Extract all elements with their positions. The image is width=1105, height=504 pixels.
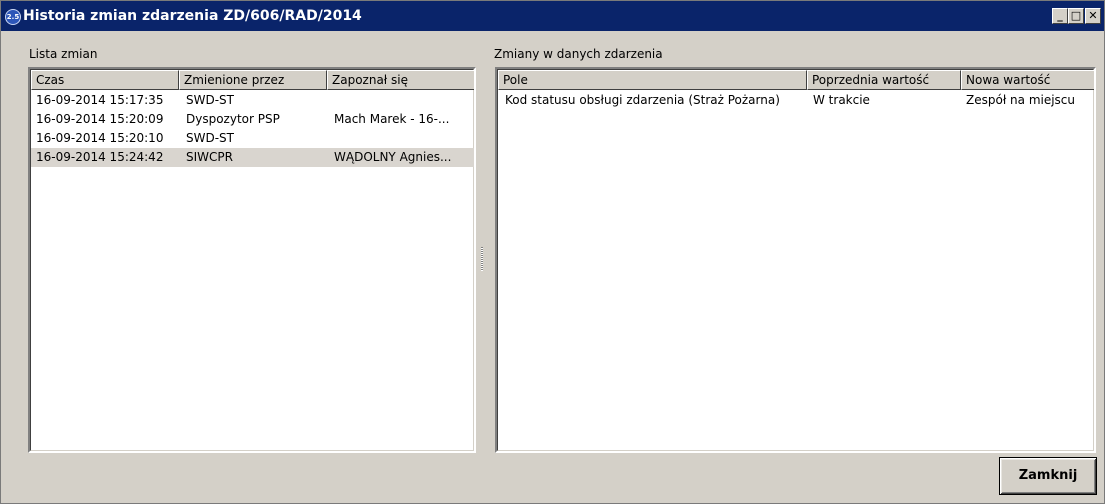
cell-zmienione-przez: SWD-ST bbox=[186, 131, 234, 145]
cell-czas: 16-09-2014 15:24:42 bbox=[36, 150, 164, 164]
close-button[interactable]: Zamknij bbox=[999, 457, 1097, 495]
cell-zapoznal-sie: Mach Marek - 16-... bbox=[334, 112, 450, 126]
title-bar[interactable]: 2.5 Historia zmian zdarzenia ZD/606/RAD/… bbox=[1, 1, 1104, 31]
cell-czas: 16-09-2014 15:20:10 bbox=[36, 131, 164, 145]
event-data-changes-grid[interactable]: Pole Poprzednia wartość Nowa wartość Kod… bbox=[495, 67, 1096, 453]
cell-pole: Kod statusu obsługi zdarzenia (Straż Poż… bbox=[505, 93, 780, 107]
cell-zmienione-przez: Dyspozytor PSP bbox=[186, 112, 280, 126]
changes-list-grid[interactable]: Czas Zmienione przez Zapoznał się 16-09-… bbox=[28, 67, 476, 453]
cell-zapoznal-sie bbox=[334, 129, 472, 148]
changes-list-inner: Czas Zmienione przez Zapoznał się 16-09-… bbox=[30, 69, 474, 451]
minimize-button[interactable]: _ bbox=[1052, 8, 1068, 24]
maximize-button[interactable]: □ bbox=[1068, 8, 1084, 24]
cell-nowa-wartosc: Zespół na miejscu bbox=[966, 93, 1076, 107]
cell-zapoznal-sie bbox=[334, 91, 472, 110]
cell-zapoznal-sie: WĄDOLNY Agnies... bbox=[334, 150, 452, 164]
cell-zmienione-przez: SWD-ST bbox=[186, 93, 234, 107]
column-header-zmienione-przez[interactable]: Zmienione przez bbox=[179, 70, 327, 90]
table-row[interactable]: 16-09-2014 15:17:35 SWD-ST bbox=[31, 91, 474, 110]
cell-czas: 16-09-2014 15:17:35 bbox=[36, 93, 164, 107]
column-header-zapoznal-sie[interactable]: Zapoznał się bbox=[327, 70, 474, 90]
splitter-grip bbox=[481, 247, 483, 271]
table-row[interactable]: Kod statusu obsługi zdarzenia (Straż Poż… bbox=[498, 91, 1094, 110]
app-icon: 2.5 bbox=[5, 9, 21, 25]
column-header-poprzednia-wartosc[interactable]: Poprzednia wartość bbox=[807, 70, 961, 90]
cell-zmienione-przez: SIWCPR bbox=[186, 150, 233, 164]
close-window-button[interactable]: ✕ bbox=[1085, 8, 1101, 24]
table-row-selected[interactable]: 16-09-2014 15:24:42 SIWCPR WĄDOLNY Agnie… bbox=[31, 148, 474, 167]
event-data-changes-inner: Pole Poprzednia wartość Nowa wartość Kod… bbox=[497, 69, 1094, 451]
column-header-czas[interactable]: Czas bbox=[31, 70, 179, 90]
column-header-pole[interactable]: Pole bbox=[498, 70, 807, 90]
event-data-changes-label: Zmiany w danych zdarzenia bbox=[494, 47, 663, 61]
changes-list-label: Lista zmian bbox=[29, 47, 98, 61]
table-row[interactable]: 16-09-2014 15:20:10 SWD-ST bbox=[31, 129, 474, 148]
column-header-nowa-wartosc[interactable]: Nowa wartość bbox=[961, 70, 1094, 90]
table-row[interactable]: 16-09-2014 15:20:09 Dyspozytor PSP Mach … bbox=[31, 110, 474, 129]
cell-czas: 16-09-2014 15:20:09 bbox=[36, 112, 164, 126]
window-title: Historia zmian zdarzenia ZD/606/RAD/2014 bbox=[23, 8, 362, 24]
panel-splitter[interactable] bbox=[479, 67, 485, 453]
history-dialog: 2.5 Historia zmian zdarzenia ZD/606/RAD/… bbox=[0, 0, 1105, 504]
cell-poprzednia-wartosc: W trakcie bbox=[813, 93, 870, 107]
